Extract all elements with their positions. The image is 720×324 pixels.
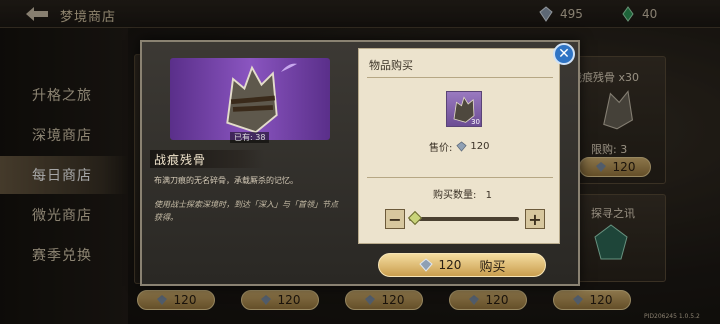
item-source-hint: 使用战士探索深境时，到达「深入」与「首领」节点获得。 (154, 200, 338, 222)
quantity-slider[interactable] (409, 217, 519, 221)
quantity-label: 购买数量: 1 (433, 186, 492, 201)
bone-item-icon (226, 65, 278, 134)
item-owned-count: 已有: 38 (230, 132, 270, 143)
item-name: 战痕残骨 (154, 153, 207, 167)
feather-icon (280, 63, 298, 72)
buy-button[interactable]: 120 购买 (378, 253, 546, 277)
unit-price: 售价: 120 (429, 139, 489, 154)
close-button[interactable]: ✕ (553, 43, 575, 65)
crystal-icon (456, 141, 467, 152)
divider (367, 177, 553, 178)
unit-price-label: 售价: (429, 143, 453, 154)
divider (367, 77, 553, 78)
close-icon: ✕ (558, 46, 570, 62)
item-description: 布满刀痕的无名碎骨，承载厮杀的记忆。 (154, 176, 298, 185)
item-art-banner (170, 58, 330, 140)
quantity-increase-button[interactable]: + (525, 209, 545, 229)
version-label: PID206245 1.0.5.2 (644, 313, 700, 320)
quantity-slider-handle[interactable] (407, 210, 423, 226)
quantity-decrease-button[interactable]: − (385, 209, 405, 229)
quantity-label-text: 购买数量: (433, 190, 477, 201)
item-thumbnail-count: 30 (471, 118, 480, 126)
purchase-panel-title: 物品购买 (369, 59, 413, 72)
purchase-panel: 物品购买 30 售价: 120 购买数量: 1 − + (358, 48, 560, 244)
purchase-dialog: 已有: 38 战痕残骨 布满刀痕的无名碎骨，承载厮杀的记忆。 使用战士探索深境时… (140, 40, 580, 286)
quantity-value: 1 (485, 190, 492, 201)
crystal-icon (418, 258, 433, 272)
buy-button-price: 120 (438, 258, 462, 272)
item-thumbnail: 30 (446, 91, 482, 127)
unit-price-value: 120 (470, 141, 490, 152)
buy-button-label: 购买 (479, 259, 506, 275)
